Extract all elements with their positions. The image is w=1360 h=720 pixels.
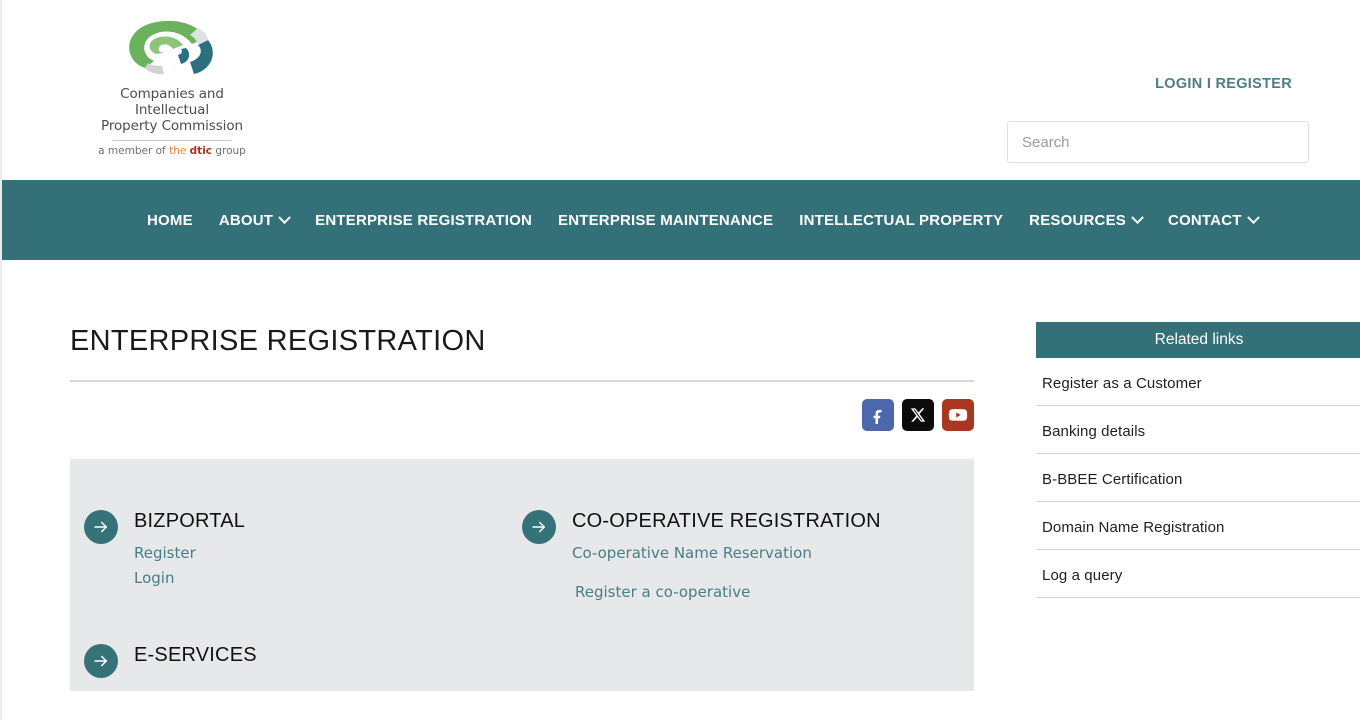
logo-name-line2: Property Commission: [101, 118, 243, 134]
nav-item-intellectual-property[interactable]: INTELLECTUAL PROPERTY: [799, 212, 1003, 229]
chevron-down-icon: [1131, 210, 1144, 224]
search-input[interactable]: [1007, 121, 1309, 163]
service-e-services: E-SERVICES: [84, 641, 522, 678]
nav-item-enterprise-maintenance[interactable]: ENTERPRISE MAINTENANCE: [558, 212, 773, 229]
site-header: Companies and Intellectual Property Comm…: [2, 0, 1360, 180]
tagline-prefix: a member of: [98, 145, 170, 157]
site-logo[interactable]: Companies and Intellectual Property Comm…: [87, 10, 257, 157]
logo-divider: [113, 140, 231, 141]
related-links-sidebar: Related links Register as a Customer Ban…: [1036, 322, 1360, 598]
chevron-down-icon: [1246, 210, 1260, 224]
login-register-link[interactable]: LOGIN I REGISTER: [1155, 76, 1292, 92]
youtube-icon[interactable]: [942, 399, 974, 431]
tagline-the: the: [169, 145, 190, 157]
tagline-suffix: group: [212, 145, 246, 157]
x-twitter-icon[interactable]: [902, 399, 934, 431]
service-body: BIZPORTAL Register Login: [134, 507, 245, 591]
arrow-right-circle-icon[interactable]: [84, 644, 118, 678]
services-column-right: CO-OPERATIVE REGISTRATION Co-operative N…: [522, 507, 974, 691]
chevron-down-icon: [278, 210, 292, 224]
sidebar-link-register-as-a-customer[interactable]: Register as a Customer: [1036, 358, 1360, 406]
nav-item-about[interactable]: ABOUT: [218, 210, 292, 229]
service-title: E-SERVICES: [134, 644, 257, 666]
service-title: BIZPORTAL: [134, 510, 246, 532]
sidebar-link-b-bbee-certification[interactable]: B-BBEE Certification: [1036, 454, 1360, 502]
page-title: ENTERPRISE REGISTRATION: [70, 325, 974, 382]
main-navigation: HOME ABOUT ENTERPRISE REGISTRATION ENTER…: [2, 180, 1360, 260]
nav-label: ENTERPRISE MAINTENANCE: [557, 211, 774, 229]
logo-name-line1: Companies and Intellectual: [120, 86, 224, 118]
tagline-dtic: dtic: [189, 145, 213, 157]
service-title: CO-OPERATIVE REGISTRATION: [572, 510, 881, 532]
service-link-co-operative-name-reservation[interactable]: Co-operative Name Reservation: [572, 541, 881, 566]
nav-item-enterprise-registration[interactable]: ENTERPRISE REGISTRATION: [315, 212, 532, 229]
service-link-login[interactable]: Login: [134, 566, 245, 591]
nav-item-home[interactable]: HOME: [147, 212, 193, 229]
service-body: E-SERVICES: [134, 641, 257, 675]
services-panel: BIZPORTAL Register Login E-SERVICES CO-O…: [70, 459, 974, 691]
search-box[interactable]: [1007, 121, 1309, 163]
service-bizportal: BIZPORTAL Register Login: [84, 507, 522, 591]
service-body: CO-OPERATIVE REGISTRATION Co-operative N…: [572, 507, 881, 605]
arrow-right-circle-icon[interactable]: [84, 510, 118, 544]
nav-label: HOME: [147, 211, 193, 229]
cipc-swirl-logo-icon: [112, 10, 232, 82]
nav-label: INTELLECTUAL PROPERTY: [799, 211, 1004, 229]
social-share-bar: [70, 399, 974, 431]
main-content: ENTERPRISE REGISTRATION BIZPORTAL Regist…: [70, 325, 974, 691]
logo-name: Companies and Intellectual Property Comm…: [87, 86, 257, 134]
facebook-icon[interactable]: [862, 399, 894, 431]
arrow-right-circle-icon[interactable]: [522, 510, 556, 544]
nav-label: CONTACT: [1168, 211, 1242, 229]
page-root: Companies and Intellectual Property Comm…: [0, 0, 1360, 720]
services-column-left: BIZPORTAL Register Login E-SERVICES: [70, 507, 522, 691]
sidebar-link-domain-name-registration[interactable]: Domain Name Registration: [1036, 502, 1360, 550]
nav-item-contact[interactable]: CONTACT: [1168, 210, 1260, 229]
sidebar-link-banking-details[interactable]: Banking details: [1036, 406, 1360, 454]
service-link-register[interactable]: Register: [134, 541, 245, 566]
sidebar-link-log-a-query[interactable]: Log a query: [1036, 550, 1360, 598]
nav-label: ABOUT: [218, 211, 274, 229]
nav-label: RESOURCES: [1029, 211, 1126, 229]
nav-label: ENTERPRISE REGISTRATION: [315, 211, 532, 229]
nav-item-resources[interactable]: RESOURCES: [1029, 210, 1144, 229]
sidebar-title: Related links: [1036, 322, 1360, 358]
logo-tagline: a member of the dtic group: [87, 145, 257, 157]
service-link-register-a-co-operative[interactable]: Register a co-operative: [575, 580, 881, 605]
service-co-operative-registration: CO-OPERATIVE REGISTRATION Co-operative N…: [522, 507, 974, 605]
body-area: ENTERPRISE REGISTRATION BIZPORTAL Regist…: [2, 260, 1360, 720]
